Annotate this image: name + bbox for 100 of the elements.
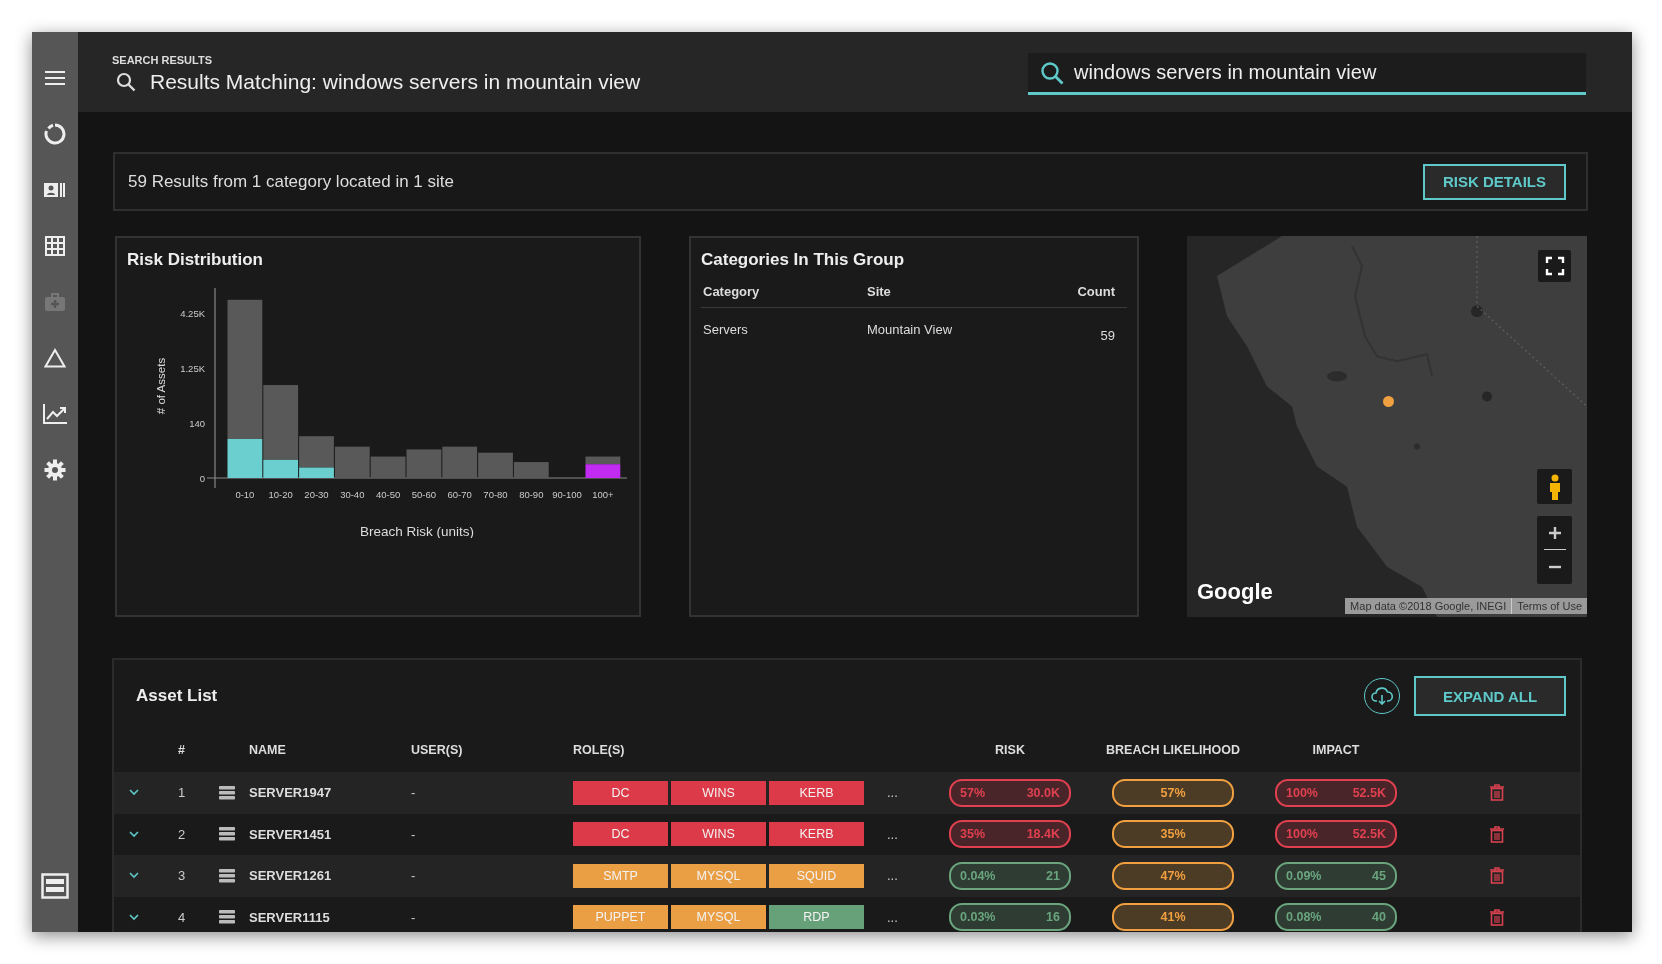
likelihood-pill: 35% bbox=[1112, 820, 1234, 849]
y-tick-label: 140 bbox=[189, 418, 205, 429]
page-title: Results Matching: windows servers in mountain view bbox=[150, 70, 641, 94]
highlight-bar bbox=[585, 464, 621, 478]
column-header: NAME bbox=[249, 743, 287, 757]
histogram-bar bbox=[442, 446, 478, 478]
risk-percent: 0.03% bbox=[960, 910, 996, 925]
delete-button[interactable] bbox=[1490, 867, 1504, 885]
risk-percent: 35% bbox=[960, 827, 986, 842]
more-roles: ... bbox=[886, 909, 899, 925]
table-cell-text: 1 bbox=[176, 785, 187, 801]
menu-icon bbox=[44, 69, 66, 87]
page-eyebrow: SEARCH RESULTS bbox=[112, 54, 214, 66]
trash-icon bbox=[1490, 784, 1504, 802]
plus-icon bbox=[1547, 525, 1562, 540]
column-header: ROLE(S) bbox=[573, 743, 626, 757]
chevron-icon bbox=[129, 830, 139, 838]
role-tag: MYSQL bbox=[671, 905, 766, 930]
likelihood-pill: 47% bbox=[1112, 861, 1234, 890]
x-tick-label: 90-100 bbox=[552, 489, 582, 500]
server-icon bbox=[218, 868, 235, 883]
role-tag: WINS bbox=[671, 822, 766, 847]
delete-button[interactable] bbox=[1490, 825, 1504, 843]
risk-value: 18.4K bbox=[1026, 827, 1060, 842]
x-tick-label: 0-10 bbox=[235, 489, 255, 500]
table-cell-text: - bbox=[411, 826, 417, 842]
role-tag: SQUID bbox=[769, 863, 864, 888]
y-axis-label: # of Assets bbox=[155, 357, 167, 415]
grid-icon bbox=[45, 236, 65, 256]
table-row[interactable]: 1 SERVER1947 - DC WINS KERB ... 57% 30.0K 57% 100% 52.5K bbox=[114, 772, 1580, 814]
risk-details-button[interactable]: RISK DETAILS bbox=[1422, 163, 1566, 200]
likelihood-pill: 41% bbox=[1112, 903, 1234, 932]
delete-button[interactable] bbox=[1490, 784, 1504, 802]
trash-icon bbox=[1490, 825, 1504, 843]
expand-toggle[interactable] bbox=[127, 789, 141, 797]
table-cell-text: Mountain View bbox=[867, 322, 954, 339]
table-cell-text: 4 bbox=[176, 909, 187, 925]
risk-value: 30.0K bbox=[1026, 785, 1060, 800]
risk-percent: 57% bbox=[960, 785, 986, 800]
y-tick-label: 0 bbox=[199, 473, 205, 484]
impact-value: 52.5K bbox=[1352, 785, 1386, 800]
table-cell-text: - bbox=[411, 785, 417, 801]
server-icon bbox=[218, 910, 235, 925]
impact-value: 52.5K bbox=[1352, 827, 1386, 842]
panel-title: Risk Distribution bbox=[127, 250, 264, 270]
x-tick-label: 60-70 bbox=[447, 489, 472, 500]
x-tick-label: 30-40 bbox=[340, 489, 365, 500]
table-cell-text: SERVER1261 bbox=[249, 868, 333, 884]
map-attribution: Map data ©2018 Google, INEGI bbox=[1349, 599, 1508, 614]
expand-all-button[interactable]: EXPAND ALL bbox=[1414, 676, 1566, 716]
impact-percent: 100% bbox=[1286, 785, 1318, 800]
server-icon bbox=[218, 785, 235, 800]
x-tick-label: 80-90 bbox=[519, 489, 544, 500]
x-axis-label: Breach Risk (units) bbox=[360, 524, 474, 538]
panel-title: Asset List bbox=[136, 686, 218, 706]
panel-title: Categories In This Group bbox=[701, 250, 906, 270]
x-tick-label: 50-60 bbox=[411, 489, 437, 500]
column-header: Category bbox=[703, 284, 761, 299]
impact-value: 45 bbox=[1372, 868, 1386, 883]
role-tag: DC bbox=[573, 780, 668, 805]
settings-icon bbox=[44, 459, 66, 481]
terms-link[interactable]: Terms of Use bbox=[1511, 598, 1587, 614]
street-view-button[interactable] bbox=[1537, 469, 1572, 504]
expand-toggle[interactable] bbox=[127, 830, 141, 838]
expand-toggle[interactable] bbox=[127, 913, 141, 921]
search-field[interactable]: windows servers in mountain view bbox=[1028, 53, 1586, 95]
y-tick-label: 1.25K bbox=[180, 363, 205, 374]
impact-percent: 0.09% bbox=[1286, 868, 1322, 883]
role-tag: PUPPET bbox=[573, 905, 668, 930]
table-cell-text: - bbox=[411, 909, 417, 925]
role-tag: MYSQL bbox=[671, 863, 766, 888]
table-cell-text: 3 bbox=[176, 868, 187, 884]
map-logo: Google bbox=[1197, 579, 1273, 605]
impact-percent: 100% bbox=[1286, 827, 1318, 842]
column-header: BREACH LIKELIHOOD bbox=[1105, 743, 1241, 757]
trash-icon bbox=[1490, 867, 1504, 885]
map-marker-icon[interactable] bbox=[1383, 396, 1394, 407]
risk-value: 16 bbox=[1046, 910, 1060, 925]
column-header: Count bbox=[1076, 284, 1116, 299]
column-header: Site bbox=[867, 284, 892, 299]
cloud-download-icon bbox=[1371, 687, 1393, 705]
column-header: # bbox=[177, 743, 186, 757]
risk-percent: 0.04% bbox=[960, 868, 996, 883]
person-icon bbox=[1547, 473, 1562, 500]
more-roles: ... bbox=[886, 785, 899, 801]
more-roles: ... bbox=[886, 868, 899, 884]
expand-toggle[interactable] bbox=[127, 872, 141, 880]
more-roles: ... bbox=[886, 826, 899, 842]
fullscreen-button[interactable] bbox=[1538, 250, 1571, 282]
y-tick-label: 4.25K bbox=[180, 308, 205, 319]
x-tick-label: 70-80 bbox=[483, 489, 508, 500]
role-tag: WINS bbox=[671, 780, 766, 805]
search-icon bbox=[116, 72, 136, 92]
table-cell-text: 59 bbox=[1099, 327, 1116, 343]
table-cell-text: SERVER1115 bbox=[249, 909, 331, 925]
table-row[interactable]: 3 SERVER1261 - SMTP MYSQL SQUID ... 0.04% 21 47% 0.09% 45 bbox=[114, 855, 1580, 897]
chevron-icon bbox=[129, 872, 139, 880]
x-tick-label: 10-20 bbox=[268, 489, 293, 500]
medkit-icon bbox=[44, 292, 66, 312]
delete-button[interactable] bbox=[1490, 908, 1504, 926]
